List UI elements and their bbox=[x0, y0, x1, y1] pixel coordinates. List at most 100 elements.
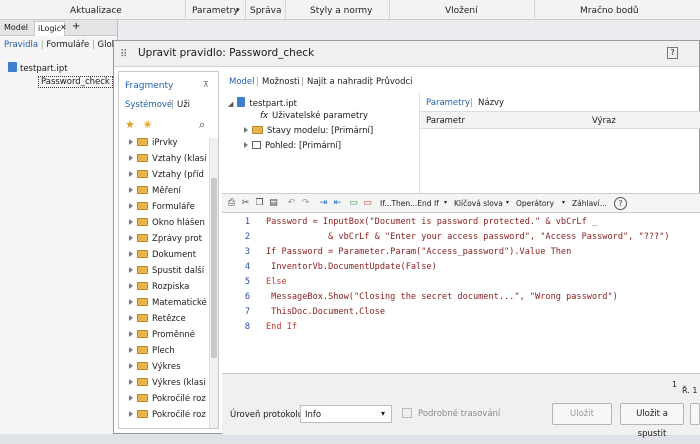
operators-button[interactable]: Operátory bbox=[516, 199, 554, 208]
tree-item-view[interactable]: Pohled: [Primární] bbox=[244, 141, 341, 151]
expand-icon[interactable] bbox=[129, 219, 133, 225]
expand-icon[interactable] bbox=[244, 142, 248, 148]
expand-icon[interactable] bbox=[129, 347, 133, 353]
expand-icon[interactable] bbox=[129, 235, 133, 241]
tree-item-user-params[interactable]: fx Uživatelské parametry bbox=[260, 111, 368, 121]
ribbon-group-insert[interactable]: Vložení bbox=[390, 0, 535, 20]
save-run-button[interactable]: Uložit a spustit bbox=[620, 403, 684, 439]
expand-icon[interactable] bbox=[129, 299, 133, 305]
log-level-value: Info bbox=[305, 410, 322, 420]
comment-icon[interactable]: ▭ bbox=[348, 198, 359, 209]
list-item[interactable]: Formuláře bbox=[129, 202, 207, 218]
list-item[interactable]: Matematické bbox=[129, 298, 207, 314]
tree-root[interactable]: testpart.ipt bbox=[8, 62, 68, 74]
star-add-icon[interactable]: ✬ bbox=[143, 118, 152, 131]
list-item[interactable]: Vztahy (klasi bbox=[129, 154, 207, 170]
list-item[interactable]: Výkres bbox=[129, 362, 207, 378]
list-item[interactable]: Dokument bbox=[129, 250, 207, 266]
add-tab-icon[interactable]: + bbox=[72, 21, 80, 32]
tab-find-replace[interactable]: Najít a nahradit bbox=[307, 77, 373, 87]
list-item[interactable]: Zprávy prot bbox=[129, 234, 207, 250]
column-expression[interactable]: Výraz bbox=[592, 116, 616, 126]
code-editor[interactable]: 1 Password = InputBox("Document is passw… bbox=[222, 213, 700, 373]
undo-icon[interactable]: ↶ bbox=[286, 198, 297, 209]
print-icon[interactable]: ⎙ bbox=[226, 198, 237, 209]
tab-parameters[interactable]: Parametry bbox=[426, 98, 470, 108]
expand-icon[interactable] bbox=[129, 187, 133, 193]
outdent-icon[interactable]: ⇤ bbox=[332, 198, 343, 209]
log-level-select[interactable]: Info ▾ bbox=[300, 405, 392, 423]
header-button[interactable]: Záhlaví... bbox=[572, 199, 607, 208]
expand-icon[interactable] bbox=[129, 251, 133, 257]
tab-system[interactable]: Systémové bbox=[125, 100, 172, 110]
collapse-icon[interactable]: ◢ bbox=[228, 100, 233, 108]
scrollbar-thumb[interactable] bbox=[211, 178, 217, 358]
indent-icon[interactable]: ⇥ bbox=[318, 198, 329, 209]
ribbon-group-parameters[interactable]: Parametry ▾ bbox=[186, 0, 246, 20]
list-item[interactable]: iPrvky bbox=[129, 138, 207, 154]
keywords-button[interactable]: Klíčová slova bbox=[454, 199, 503, 208]
expand-icon[interactable] bbox=[129, 283, 133, 289]
list-item[interactable]: Vztahy (příd bbox=[129, 170, 207, 186]
ribbon-group-manage[interactable]: Správa bbox=[246, 0, 286, 20]
ribbon-group-styles[interactable]: Styly a normy bbox=[286, 0, 390, 20]
tab-names[interactable]: Názvy bbox=[478, 98, 504, 108]
tab-wizards[interactable]: Průvodci bbox=[376, 77, 413, 87]
chevron-down-icon[interactable]: ▾ bbox=[562, 199, 565, 206]
ribbon-group-update[interactable]: Aktualizace bbox=[0, 0, 186, 20]
list-item[interactable]: Spustit další bbox=[129, 266, 207, 282]
star-icon[interactable]: ★ bbox=[125, 118, 135, 131]
tab-model[interactable]: Model bbox=[229, 77, 255, 87]
line-number: 2 bbox=[244, 232, 250, 242]
search-icon[interactable]: ⌕ bbox=[199, 118, 205, 132]
list-item[interactable]: Výkres (klasi bbox=[129, 378, 207, 394]
list-item[interactable]: Pokročilé roz bbox=[129, 394, 207, 410]
expand-icon[interactable] bbox=[129, 203, 133, 209]
ifthen-button[interactable]: If...Then...End If bbox=[380, 199, 439, 208]
more-button[interactable] bbox=[690, 403, 700, 425]
list-item[interactable]: Měření bbox=[129, 186, 207, 202]
tab-model[interactable]: Model bbox=[4, 23, 28, 32]
rule-item-password-check[interactable]: Password_check bbox=[38, 76, 113, 88]
expand-icon[interactable] bbox=[129, 171, 133, 177]
expand-icon[interactable] bbox=[129, 267, 133, 273]
help-button[interactable]: ? bbox=[667, 47, 678, 59]
grip-icon[interactable]: ⠿ bbox=[120, 49, 127, 60]
expand-icon[interactable] bbox=[129, 139, 133, 145]
column-parameter[interactable]: Parametr bbox=[426, 116, 465, 126]
pin-icon[interactable]: ⊼ bbox=[203, 80, 209, 89]
close-icon[interactable]: ✕ bbox=[60, 23, 67, 32]
help-icon[interactable]: ? bbox=[614, 197, 627, 210]
redo-icon[interactable]: ↷ bbox=[300, 198, 311, 209]
uncomment-icon[interactable]: ▭ bbox=[362, 198, 373, 209]
list-item[interactable]: Řetězce bbox=[129, 314, 207, 330]
list-item[interactable]: Proměnné bbox=[129, 330, 207, 346]
tab-user[interactable]: Uži bbox=[177, 100, 190, 110]
trace-checkbox[interactable] bbox=[402, 408, 412, 418]
copy-icon[interactable]: ❐ bbox=[254, 198, 265, 209]
expand-icon[interactable] bbox=[129, 315, 133, 321]
cut-icon[interactable]: ✂ bbox=[240, 198, 251, 209]
expand-icon[interactable] bbox=[129, 155, 133, 161]
tab-forms[interactable]: Formuláře bbox=[46, 40, 89, 50]
expand-icon[interactable] bbox=[129, 363, 133, 369]
list-item[interactable]: Plech bbox=[129, 346, 207, 362]
chevron-down-icon[interactable]: ▾ bbox=[444, 199, 447, 206]
expand-icon[interactable] bbox=[129, 395, 133, 401]
expand-icon[interactable] bbox=[129, 379, 133, 385]
list-item[interactable]: Okno hlášen bbox=[129, 218, 207, 234]
tab-rules[interactable]: Pravidla bbox=[4, 40, 38, 50]
chevron-down-icon[interactable]: ▾ bbox=[506, 199, 509, 206]
ribbon-group-point-cloud[interactable]: Mračno bodů bbox=[535, 0, 700, 20]
save-button[interactable]: Uložit bbox=[552, 403, 612, 425]
tree-root[interactable]: ◢ testpart.ipt bbox=[228, 97, 297, 109]
list-item[interactable]: Pokročilé roz bbox=[129, 410, 207, 426]
tree-item-model-states[interactable]: Stavy modelu: [Primární] bbox=[244, 126, 373, 136]
fragments-scrollbar[interactable] bbox=[209, 138, 218, 428]
expand-icon[interactable] bbox=[129, 411, 133, 417]
expand-icon[interactable] bbox=[129, 331, 133, 337]
paste-icon[interactable]: ▤ bbox=[268, 198, 279, 209]
expand-icon[interactable] bbox=[244, 127, 248, 133]
tab-options[interactable]: Možnosti bbox=[262, 77, 300, 87]
list-item[interactable]: Rozpiska bbox=[129, 282, 207, 298]
